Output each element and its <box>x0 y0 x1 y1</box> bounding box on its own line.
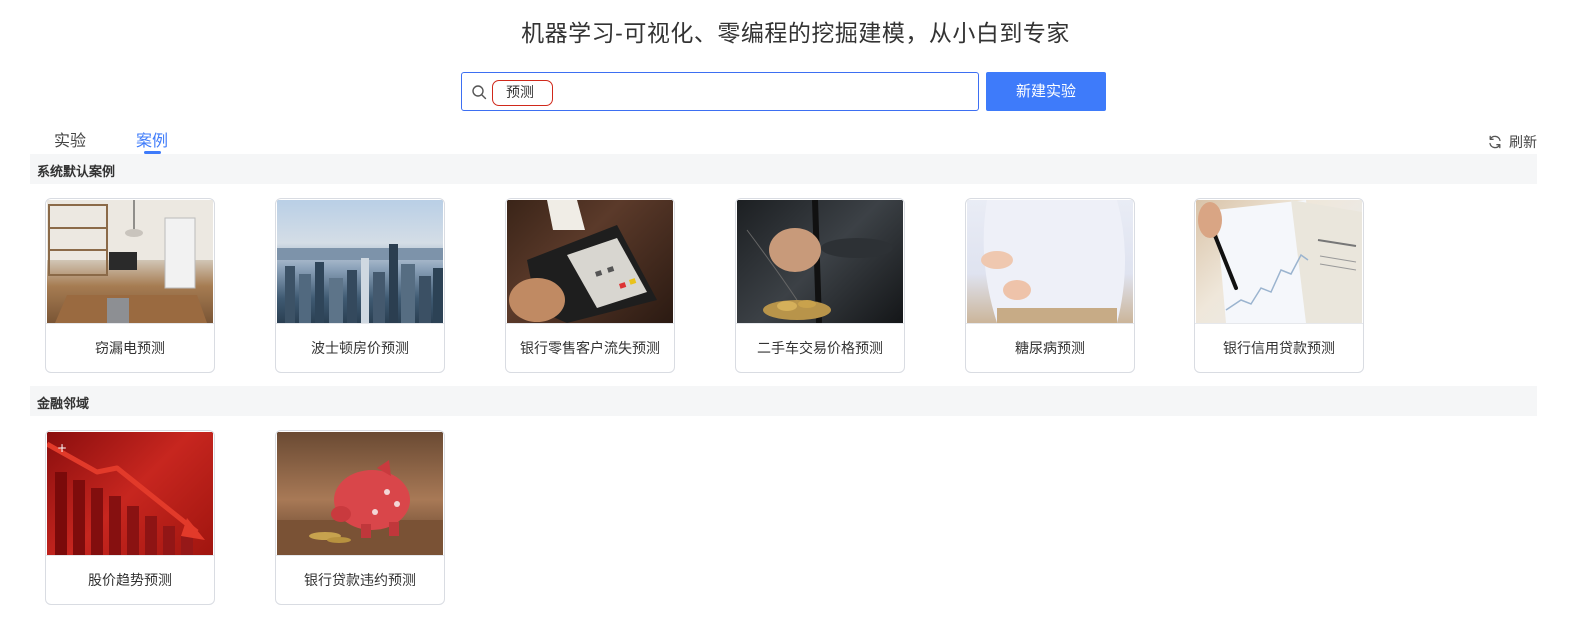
case-card-bank-credit-loan[interactable]: 银行信用贷款预测 <box>1194 198 1364 373</box>
tab-case[interactable]: 案例 <box>136 127 168 151</box>
refresh-button[interactable]: 刷新 <box>1487 132 1537 152</box>
case-card-diabetes[interactable]: 糖尿病预测 <box>965 198 1135 373</box>
page-title: 机器学习-可视化、零编程的挖掘建模，从小白到专家 <box>521 20 1070 46</box>
card-label: 银行贷款违约预测 <box>304 572 416 588</box>
belly-image <box>967 200 1133 323</box>
section-header-default-cases: 系统默认案例 <box>30 154 1537 184</box>
card-label: 银行零售客户流失预测 <box>520 340 660 356</box>
refresh-label: 刷新 <box>1509 134 1537 150</box>
stock-decline-chart-image: + <box>47 432 213 555</box>
newspaper-chart-image <box>1196 200 1362 323</box>
card-label: 窃漏电预测 <box>95 340 165 356</box>
card-label: 二手车交易价格预测 <box>757 340 883 356</box>
payment-terminal-image <box>507 200 673 323</box>
section-header-finance: 金融邻域 <box>30 386 1537 416</box>
city-skyline-image <box>277 200 443 323</box>
balance-scale-image <box>737 200 903 323</box>
case-card-boston-housing[interactable]: 波士顿房价预测 <box>275 198 445 373</box>
section-title: 金融邻域 <box>37 396 90 411</box>
section-title: 系统默认案例 <box>37 164 116 179</box>
card-label: 糖尿病预测 <box>1015 340 1085 356</box>
case-card-used-car-price[interactable]: 二手车交易价格预测 <box>735 198 905 373</box>
search-box[interactable] <box>461 72 979 111</box>
tab-experiment[interactable]: 实验 <box>54 127 86 151</box>
case-card-bank-churn[interactable]: 银行零售客户流失预测 <box>505 198 675 373</box>
search-icon <box>472 85 487 100</box>
case-card-bank-loan-default[interactable]: 银行贷款违约预测 <box>275 430 445 605</box>
card-label: 股价趋势预测 <box>88 572 172 588</box>
svg-text:+: + <box>57 441 67 455</box>
card-label: 波士顿房价预测 <box>311 340 409 356</box>
case-card-electricity-theft[interactable]: 窃漏电预测 <box>45 198 215 373</box>
new-experiment-button[interactable]: 新建实验 <box>986 72 1106 111</box>
card-label: 银行信用贷款预测 <box>1223 340 1335 356</box>
search-input[interactable] <box>506 81 906 103</box>
case-card-stock-trend[interactable]: + 股价趋势预测 <box>45 430 215 605</box>
refresh-icon <box>1489 135 1501 149</box>
piggy-bank-image <box>277 432 443 555</box>
kitchen-image <box>47 200 213 323</box>
